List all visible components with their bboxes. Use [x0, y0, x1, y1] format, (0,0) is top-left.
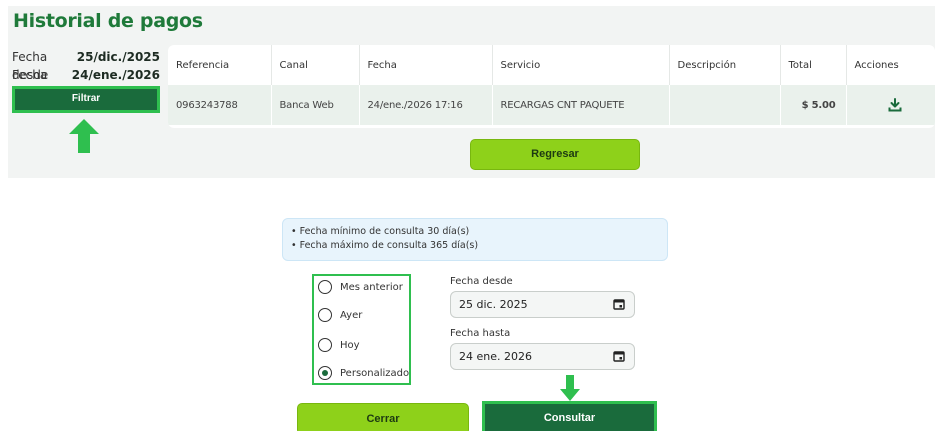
arrow-down-icon: [560, 375, 580, 401]
period-radio-group: Mes anterior Ayer Hoy Personalizado: [312, 274, 411, 385]
column-header-servicio: Servicio: [492, 45, 670, 85]
cell-referencia: 0963243788: [168, 85, 272, 125]
radio-button[interactable]: [318, 308, 332, 322]
date-to-field-label: Fecha hasta: [450, 328, 511, 339]
back-button[interactable]: Regresar: [470, 139, 640, 170]
radio-option-ayer[interactable]: Ayer: [318, 308, 362, 322]
column-header-acciones: Acciones: [854, 59, 899, 71]
column-header-total: Total: [780, 45, 847, 85]
radio-button[interactable]: [318, 280, 332, 294]
date-to-input[interactable]: 24 ene. 2026: [450, 343, 635, 370]
arrow-up-icon: [69, 119, 99, 153]
cell-servicio: RECARGAS CNT PAQUETE: [492, 85, 670, 125]
date-limits-info: • Fecha mínimo de consulta 30 día(s) • F…: [282, 218, 668, 261]
column-header-descripcion: Descripción: [669, 45, 781, 85]
radio-button[interactable]: [318, 338, 332, 352]
calendar-icon[interactable]: [613, 350, 625, 362]
consult-button[interactable]: Consultar: [482, 401, 657, 431]
date-to-label: Fecha hasta: [12, 68, 48, 100]
info-min-days: • Fecha mínimo de consulta 30 día(s): [291, 226, 470, 237]
calendar-icon[interactable]: [613, 298, 625, 310]
radio-option-hoy[interactable]: Hoy: [318, 338, 360, 352]
date-from-input[interactable]: 25 dic. 2025: [450, 291, 635, 318]
download-icon[interactable]: [888, 98, 902, 112]
date-from-label: Fecha desde: [12, 50, 49, 82]
radio-button-checked[interactable]: [318, 366, 332, 380]
date-range-summary: Fecha desde 25/dic./2025 Fecha hasta 24/…: [12, 48, 160, 100]
table-row: 0963243788 Banca Web 24/ene./2026 17:16 …: [168, 85, 935, 125]
radio-label: Personalizado: [340, 367, 410, 379]
date-to-row: Fecha hasta 24/ene./2026: [12, 66, 160, 100]
filter-button[interactable]: Filtrar: [12, 86, 160, 113]
date-from-row: Fecha desde 25/dic./2025: [12, 48, 160, 82]
cell-fecha: 24/ene./2026 17:16: [359, 85, 493, 125]
table-header-row: Referencia Canal Fecha Servicio Descripc…: [168, 45, 935, 85]
radio-label: Hoy: [340, 339, 360, 351]
radio-label: Mes anterior: [340, 281, 403, 293]
column-header-fecha: Fecha: [359, 45, 493, 85]
date-from-field-label: Fecha desde: [450, 276, 513, 287]
date-to-value: 24/ene./2026: [71, 68, 160, 82]
date-from-input-value: 25 dic. 2025: [459, 298, 528, 311]
info-max-days: • Fecha máximo de consulta 365 día(s): [291, 240, 479, 251]
column-header-canal: Canal: [271, 45, 360, 85]
close-button[interactable]: Cerrar: [297, 403, 469, 431]
radio-option-personalizado[interactable]: Personalizado: [318, 366, 409, 380]
cell-canal: Banca Web: [271, 85, 360, 125]
radio-label: Ayer: [340, 309, 363, 321]
radio-option-mes-anterior[interactable]: Mes anterior: [318, 280, 403, 294]
payments-table-card: Referencia Canal Fecha Servicio Descripc…: [168, 45, 935, 128]
payments-table: Referencia Canal Fecha Servicio Descripc…: [168, 45, 935, 125]
cell-total: $ 5.00: [780, 85, 847, 125]
page-title: Historial de pagos: [13, 10, 203, 32]
column-header-referencia: Referencia: [168, 45, 272, 85]
cell-acciones: [846, 85, 935, 125]
cell-descripcion: [669, 85, 781, 125]
date-to-input-value: 24 ene. 2026: [459, 350, 532, 363]
date-from-value: 25/dic./2025: [76, 50, 160, 64]
payment-history-panel: Historial de pagos Fecha desde 25/dic./2…: [8, 6, 935, 178]
